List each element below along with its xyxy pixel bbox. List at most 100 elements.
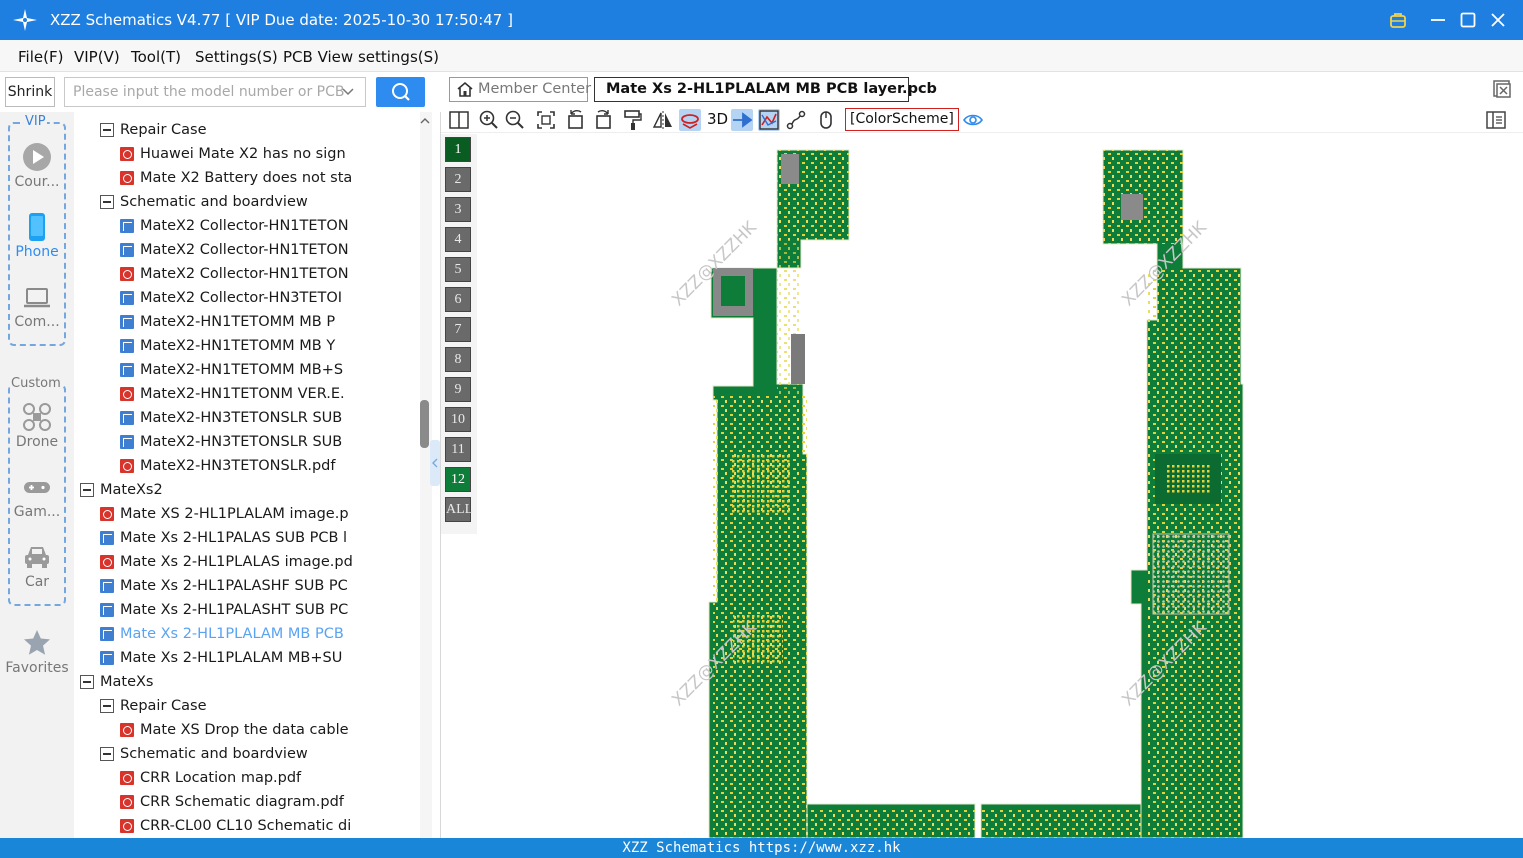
- scroll-up-icon[interactable]: [419, 116, 431, 126]
- zoom-in-icon[interactable]: [478, 109, 500, 131]
- status-bar: XZZ Schematics https://www.xzz.hk: [0, 838, 1523, 858]
- layer-button-12[interactable]: 12: [445, 467, 471, 492]
- tree-file[interactable]: MateX2-HN1TETOMM MB P: [74, 310, 420, 334]
- category-game[interactable]: Gam...: [0, 472, 74, 520]
- tree-file[interactable]: MateX2-HN3TETONSLR.pdf: [74, 454, 420, 478]
- tree-scroll-thumb[interactable]: [420, 400, 429, 448]
- layer-button-7[interactable]: 7: [445, 317, 471, 342]
- close-icon[interactable]: [1488, 10, 1508, 30]
- minimize-icon[interactable]: [1428, 10, 1448, 30]
- mouse-icon[interactable]: [815, 109, 837, 131]
- tree-folder[interactable]: Schematic and boardview: [74, 742, 420, 766]
- collapse-icon[interactable]: [100, 747, 114, 761]
- eye-icon[interactable]: [962, 109, 984, 131]
- tree-label: Mate Xs 2-HL1PLALAM MB PCB: [120, 626, 344, 642]
- category-phone[interactable]: Phone: [0, 212, 74, 260]
- menu-vip[interactable]: VIP(V): [74, 48, 120, 66]
- layer-button-9[interactable]: 9: [445, 377, 471, 402]
- tree-file[interactable]: MateX2-HN3TETONSLR SUB: [74, 406, 420, 430]
- tree-file[interactable]: Mate Xs 2-HL1PLALAS image.pd: [74, 550, 420, 574]
- panel-collapse-handle[interactable]: [430, 440, 440, 486]
- color-scheme-button[interactable]: [ColorScheme]: [845, 108, 959, 131]
- tree-file[interactable]: Mate XS Drop the data cable: [74, 718, 420, 742]
- mirror-icon[interactable]: [652, 109, 674, 131]
- tree-file[interactable]: MateX2 Collector-HN3TETOI: [74, 286, 420, 310]
- tree-file[interactable]: Mate Xs 2-HL1PLALAM MB PCB: [74, 622, 420, 646]
- zoom-out-icon[interactable]: [504, 109, 526, 131]
- menu-tool[interactable]: Tool(T): [131, 48, 181, 66]
- collapse-icon[interactable]: [100, 699, 114, 713]
- rotate-right-icon[interactable]: [592, 109, 614, 131]
- tree-folder[interactable]: Repair Case: [74, 118, 420, 142]
- tab-member-center[interactable]: Member Center: [449, 77, 591, 102]
- category-car[interactable]: Car: [0, 542, 74, 590]
- vip-briefcase-icon[interactable]: [1388, 10, 1408, 30]
- tree-file[interactable]: CRR Schematic diagram.pdf: [74, 790, 420, 814]
- menu-settings[interactable]: Settings(S): [195, 48, 278, 66]
- collapse-icon[interactable]: [80, 675, 94, 689]
- paint-roller-icon[interactable]: [622, 109, 644, 131]
- pin-icon[interactable]: [731, 109, 753, 131]
- menu-file[interactable]: File(F): [18, 48, 63, 66]
- category-favorites[interactable]: Favorites: [0, 628, 74, 676]
- tree-file[interactable]: MateX2-HN1TETOMM MB Y: [74, 334, 420, 358]
- layer-button-1[interactable]: 1: [445, 137, 471, 162]
- pcb-board-drawing[interactable]: [441, 134, 1523, 838]
- collapse-icon[interactable]: [100, 195, 114, 209]
- layer-button-2[interactable]: 2: [445, 167, 471, 192]
- drone-icon: [23, 403, 51, 431]
- tree-file[interactable]: Mate Xs 2-HL1PALASHT SUB PC: [74, 598, 420, 622]
- custom-group-label: Custom: [10, 376, 62, 391]
- search-button[interactable]: [376, 77, 425, 107]
- tree-file[interactable]: MateX2 Collector-HN1TETON: [74, 238, 420, 262]
- tree-file[interactable]: Mate Xs 2-HL1PLALAM MB+SU: [74, 646, 420, 670]
- tree-file[interactable]: MateX2 Collector-HN1TETON: [74, 214, 420, 238]
- collapse-icon[interactable]: [100, 123, 114, 137]
- layer-button-all[interactable]: ALL: [445, 497, 473, 522]
- category-computer[interactable]: Com...: [0, 282, 74, 330]
- rotate-left-icon[interactable]: [565, 109, 587, 131]
- layer-button-4[interactable]: 4: [445, 227, 471, 252]
- maximize-icon[interactable]: [1458, 10, 1478, 30]
- tree-file[interactable]: CRR-CL00 CL10 Schematic di: [74, 814, 420, 838]
- tree-folder[interactable]: MateXs2: [74, 478, 420, 502]
- tree-file[interactable]: CRR Location map.pdf: [74, 766, 420, 790]
- shrink-button[interactable]: Shrink: [5, 77, 55, 107]
- tree-file[interactable]: Mate Xs 2-HL1PALASHF SUB PC: [74, 574, 420, 598]
- tree-file[interactable]: Huawei Mate X2 has no sign: [74, 142, 420, 166]
- collapse-icon[interactable]: [80, 483, 94, 497]
- tree-folder[interactable]: MateXs: [74, 670, 420, 694]
- tree-folder[interactable]: Repair Case: [74, 694, 420, 718]
- layer-button-10[interactable]: 10: [445, 407, 471, 432]
- chevron-left-icon: [432, 458, 438, 468]
- layer-button-5[interactable]: 5: [445, 257, 471, 282]
- category-drone[interactable]: Drone: [0, 402, 74, 450]
- layer-button-6[interactable]: 6: [445, 287, 471, 312]
- menu-pcb-view-settings[interactable]: PCB View settings(S): [283, 48, 439, 66]
- layer-button-11[interactable]: 11: [445, 437, 471, 462]
- network-icon[interactable]: [758, 109, 780, 131]
- tree-folder[interactable]: Schematic and boardview: [74, 190, 420, 214]
- tree-file[interactable]: MateX2-HN3TETONSLR SUB: [74, 430, 420, 454]
- fit-view-icon[interactable]: [535, 109, 557, 131]
- route-icon[interactable]: [785, 109, 807, 131]
- tree-file[interactable]: Mate X2 Battery does not sta: [74, 166, 420, 190]
- layer-button-8[interactable]: 8: [445, 347, 471, 372]
- tree-file[interactable]: Mate Xs 2-HL1PALAS SUB PCB l: [74, 526, 420, 550]
- search-input[interactable]: [64, 77, 366, 107]
- side-panel-icon[interactable]: [1485, 109, 1507, 131]
- tree-file[interactable]: Mate XS 2-HL1PLALAM image.p: [74, 502, 420, 526]
- tree-file[interactable]: MateX2 Collector-HN1TETON: [74, 262, 420, 286]
- pcb-canvas[interactable]: XZZ@XZZHK XZZ@XZZHK XZZ@XZZHK XZZ@XZZHK …: [441, 134, 1523, 838]
- tree-file[interactable]: MateX2-HN1TETONM VER.E.: [74, 382, 420, 406]
- tree-file[interactable]: MateX2-HN1TETOMM MB+S: [74, 358, 420, 382]
- split-view-icon[interactable]: [448, 109, 470, 131]
- category-courses[interactable]: Cour...: [0, 142, 74, 190]
- 3d-view-button[interactable]: 3D: [707, 110, 728, 128]
- tab-pcb-file[interactable]: Mate Xs 2-HL1PLALAM MB PCB layer.pcb: [594, 77, 937, 102]
- chevron-down-icon[interactable]: [340, 84, 356, 100]
- layer-button-3[interactable]: 3: [445, 197, 471, 222]
- flip-icon[interactable]: [679, 109, 701, 131]
- tree-label: MateX2-HN3TETONSLR SUB: [140, 410, 343, 426]
- close-all-tabs-icon[interactable]: [1492, 79, 1512, 99]
